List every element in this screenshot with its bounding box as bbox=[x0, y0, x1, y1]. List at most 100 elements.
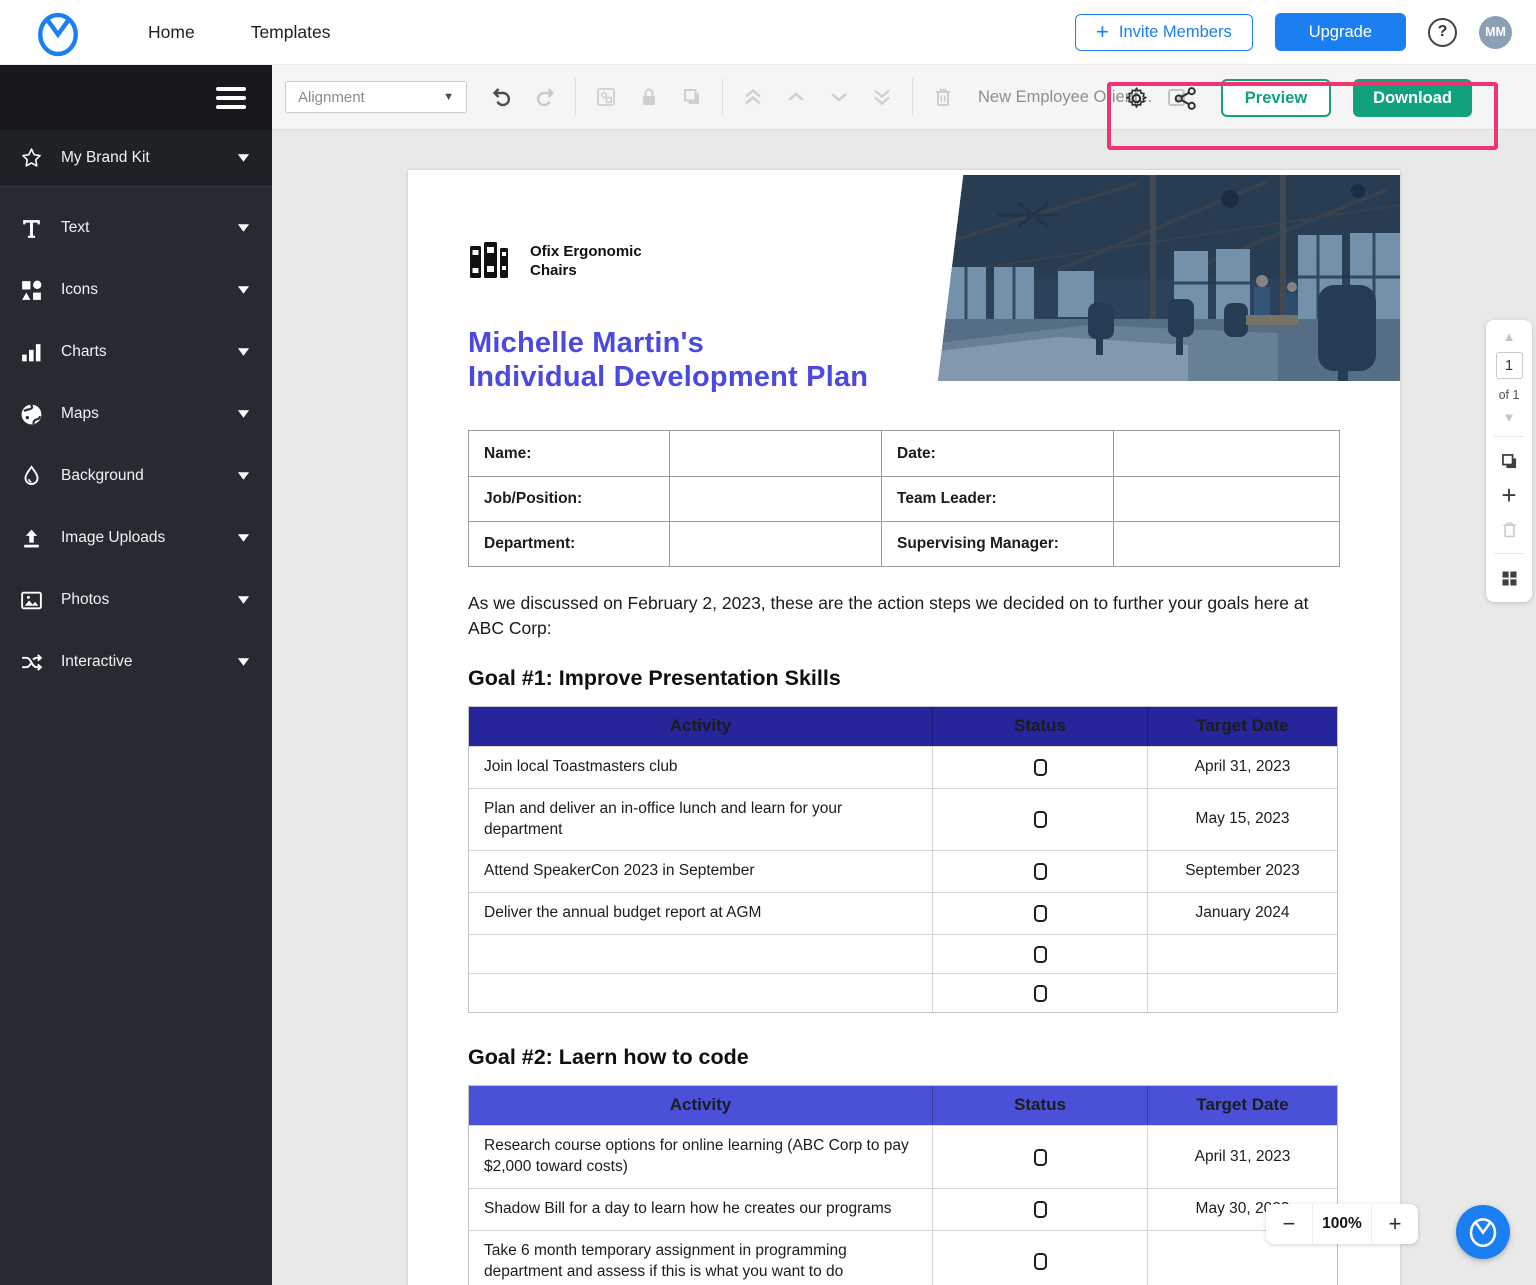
employee-info-table[interactable]: Name: Date: Job/Position: Team Leader: D… bbox=[468, 430, 1341, 568]
floating-brand-button[interactable] bbox=[1456, 1205, 1510, 1259]
goal2-table[interactable]: Activity Status Target Date Research cou… bbox=[468, 1085, 1338, 1285]
chevron-down-icon bbox=[237, 534, 250, 542]
nav-home[interactable]: Home bbox=[148, 22, 195, 43]
undo-icon[interactable] bbox=[489, 84, 515, 110]
status-checkbox[interactable] bbox=[1033, 758, 1047, 776]
send-to-back-icon[interactable] bbox=[869, 84, 895, 110]
chevron-down-icon bbox=[237, 348, 250, 356]
add-page-icon[interactable]: + bbox=[1501, 482, 1516, 508]
send-backward-icon[interactable] bbox=[826, 84, 852, 110]
alignment-dropdown[interactable]: Alignment ▼ bbox=[285, 81, 467, 113]
office-photo[interactable] bbox=[938, 175, 1400, 381]
droplet-icon bbox=[18, 463, 45, 490]
status-checkbox[interactable] bbox=[1033, 945, 1047, 963]
redo-icon[interactable] bbox=[532, 84, 558, 110]
status-checkbox[interactable] bbox=[1033, 863, 1047, 881]
main-nav: Home Templates bbox=[148, 22, 330, 43]
table-row bbox=[469, 934, 1337, 974]
document-page[interactable]: Ofix Ergonomic Chairs Michelle Martin's … bbox=[408, 170, 1400, 1285]
photo-icon bbox=[18, 587, 45, 614]
goal1-table[interactable]: Activity Status Target Date Join local T… bbox=[468, 705, 1338, 1014]
download-button[interactable]: Download bbox=[1353, 79, 1472, 117]
chevron-down-icon bbox=[237, 596, 250, 604]
zoom-widget: − 100% + bbox=[1266, 1204, 1418, 1244]
intro-paragraph[interactable]: As we discussed on February 2, 2023, the… bbox=[468, 591, 1330, 639]
venngage-logo-icon[interactable] bbox=[36, 10, 80, 57]
nav-templates[interactable]: Templates bbox=[251, 22, 331, 43]
date-value-cell[interactable] bbox=[1113, 431, 1341, 477]
page-grid-view-icon[interactable] bbox=[1497, 566, 1521, 590]
duplicate-page-icon[interactable] bbox=[1497, 449, 1521, 473]
trash-icon[interactable] bbox=[930, 84, 956, 110]
department-value-cell[interactable] bbox=[669, 522, 881, 567]
lock-icon[interactable] bbox=[636, 84, 662, 110]
preview-button[interactable]: Preview bbox=[1220, 79, 1332, 117]
upload-icon bbox=[18, 525, 45, 552]
table-row bbox=[469, 973, 1337, 1013]
goal1-heading[interactable]: Goal #1: Improve Presentation Skills bbox=[468, 666, 1340, 691]
status-checkbox[interactable] bbox=[1033, 984, 1047, 1002]
goal2-heading[interactable]: Goal #2: Laern how to code bbox=[468, 1045, 1340, 1070]
shapes-icon bbox=[18, 277, 45, 304]
status-checkbox[interactable] bbox=[1033, 811, 1047, 828]
page-down-icon[interactable]: ▼ bbox=[1503, 411, 1516, 424]
hamburger-menu-icon[interactable] bbox=[216, 82, 246, 114]
page-number-input[interactable]: 1 bbox=[1495, 352, 1523, 379]
design-canvas[interactable]: Ofix Ergonomic Chairs Michelle Martin's … bbox=[272, 130, 1536, 1285]
sidebar-item-text[interactable]: Text bbox=[0, 197, 272, 259]
upgrade-button[interactable]: Upgrade bbox=[1274, 13, 1406, 51]
sidebar-item-maps[interactable]: Maps bbox=[0, 383, 272, 445]
bring-forward-icon[interactable] bbox=[783, 84, 809, 110]
top-navigation: Home Templates + Invite Members Upgrade … bbox=[0, 0, 1536, 65]
status-checkbox[interactable] bbox=[1033, 1253, 1047, 1271]
plus-icon: + bbox=[1096, 19, 1109, 44]
page-up-icon[interactable]: ▲ bbox=[1503, 330, 1516, 343]
toolbar-divider bbox=[912, 78, 913, 116]
zoom-level[interactable]: 100% bbox=[1312, 1204, 1372, 1244]
page-count-label: of 1 bbox=[1498, 388, 1520, 402]
globe-icon bbox=[18, 401, 45, 428]
toolbar-divider bbox=[575, 78, 576, 116]
group-frame-icon[interactable] bbox=[593, 84, 619, 110]
table-row: Attend SpeakerCon 2023 in September Sept… bbox=[469, 850, 1337, 893]
table-row: Join local Toastmasters club April 31, 2… bbox=[469, 745, 1337, 788]
sidebar-item-charts[interactable]: Charts bbox=[0, 321, 272, 383]
chevron-down-icon bbox=[237, 224, 250, 232]
table-row: Name: Date: bbox=[469, 431, 1341, 477]
brand-name: Ofix Ergonomic Chairs bbox=[530, 243, 642, 279]
sidebar-item-photos[interactable]: Photos bbox=[0, 569, 272, 631]
table-row: Plan and deliver an in-office lunch and … bbox=[469, 787, 1337, 851]
chevron-down-icon bbox=[237, 472, 250, 480]
table-row: Department: Supervising Manager: bbox=[469, 521, 1341, 567]
delete-page-icon[interactable] bbox=[1497, 517, 1521, 541]
sidebar-item-my-brand-kit[interactable]: My Brand Kit bbox=[0, 130, 272, 187]
name-value-cell[interactable] bbox=[669, 431, 881, 477]
team-leader-value-cell[interactable] bbox=[1113, 477, 1341, 522]
table-row: Shadow Bill for a day to learn how he cr… bbox=[469, 1188, 1337, 1230]
table-row: Job/Position: Team Leader: bbox=[469, 476, 1341, 522]
invite-members-button[interactable]: + Invite Members bbox=[1075, 13, 1253, 51]
zoom-in-button[interactable]: + bbox=[1372, 1211, 1418, 1237]
sidebar-item-image-uploads[interactable]: Image Uploads bbox=[0, 507, 272, 569]
job-value-cell[interactable] bbox=[669, 477, 881, 522]
venngage-logo-icon bbox=[1469, 1218, 1497, 1247]
sidebar-item-icons[interactable]: Icons bbox=[0, 259, 272, 321]
status-checkbox[interactable] bbox=[1033, 905, 1047, 923]
settings-gear-icon[interactable] bbox=[1123, 85, 1150, 112]
status-checkbox[interactable] bbox=[1033, 1201, 1047, 1218]
sidebar-item-label: My Brand Kit bbox=[61, 149, 150, 166]
supervising-manager-value-cell[interactable] bbox=[1113, 522, 1341, 567]
chevron-down-icon bbox=[237, 410, 250, 418]
table-row: Deliver the annual budget report at AGM … bbox=[469, 892, 1337, 935]
sidebar-item-interactive[interactable]: Interactive bbox=[0, 631, 272, 693]
help-icon[interactable]: ? bbox=[1428, 17, 1457, 47]
sidebar-item-background[interactable]: Background bbox=[0, 445, 272, 507]
table-header-row: Activity Status Target Date bbox=[469, 706, 1337, 746]
share-icon[interactable] bbox=[1172, 85, 1199, 112]
zoom-out-button[interactable]: − bbox=[1266, 1211, 1312, 1237]
table-header-row: Activity Status Target Date bbox=[469, 1086, 1337, 1126]
duplicate-icon[interactable] bbox=[679, 84, 705, 110]
status-checkbox[interactable] bbox=[1033, 1148, 1047, 1166]
bring-to-front-icon[interactable] bbox=[740, 84, 766, 110]
avatar[interactable]: MM bbox=[1479, 15, 1512, 49]
